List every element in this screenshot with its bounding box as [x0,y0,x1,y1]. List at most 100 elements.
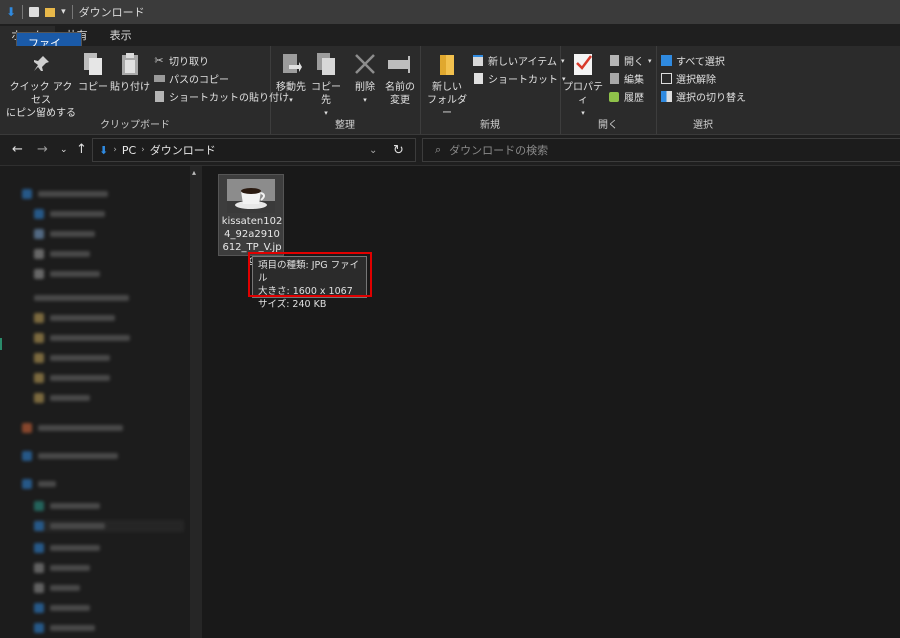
paste-icon [116,50,144,78]
downloads-icon: ⬇ [6,5,17,19]
sidebar-scrollbar[interactable]: ▴ [190,166,202,638]
nav-item-blurred[interactable] [34,562,90,574]
history-icon [608,91,620,103]
edit-label: 編集 [624,75,644,86]
navigation-bar: ← → ⌄ ↑ ⬇ › PC › ダウンロード ⌄ ↻ ⌕ ダウンロードの検索 [0,135,900,166]
nav-item-blurred[interactable] [34,542,100,554]
tooltip-file-size: サイズ: 240 KB [258,299,327,310]
nav-item-selected-blurred[interactable] [34,520,184,532]
move-to-button[interactable]: 移動先 ▾ [274,50,308,107]
copy-to-icon [312,50,340,78]
nav-item-blurred[interactable] [22,450,118,462]
paste-button[interactable]: 貼り付け [110,50,150,94]
copy-to-button[interactable]: コピー先 ▾ [308,50,344,120]
nav-item-blurred[interactable] [22,478,56,490]
file-item[interactable]: kissaten1024_92a2910612_TP_V.jpg [218,174,284,266]
nav-item-blurred[interactable] [22,422,123,434]
search-placeholder: ダウンロードの検索 [449,144,549,157]
file-info-tooltip: 項目の種類: JPG ファイル 大きさ: 1600 x 1067 サイズ: 24… [252,256,367,310]
nav-item-blurred[interactable] [34,248,90,260]
nav-item-blurred[interactable] [22,188,108,200]
tab-view[interactable]: 表示 [99,26,143,46]
select-none-button[interactable]: 選択解除 [660,71,716,86]
select-group-label: 選択 [693,120,713,131]
delete-label: 削除 [355,82,375,93]
nav-item-blurred[interactable] [34,500,100,512]
properties-button[interactable]: プロパティ ▾ [562,50,604,120]
address-bar[interactable]: ⬇ › PC › ダウンロード ⌄ ↻ [92,138,416,162]
title-bar: ⬇ ▾ ダウンロード [0,0,900,24]
refresh-icon[interactable]: ↻ [393,143,404,158]
history-button[interactable]: 履歴 [608,89,644,104]
rename-icon [386,50,414,78]
rename-button[interactable]: 名前の 変更 [382,50,418,107]
copy-button[interactable]: コピー [78,50,108,94]
properties-quick-icon[interactable] [29,7,40,17]
tooltip-dimensions: 大きさ: 1600 x 1067 [258,286,353,297]
open-button[interactable]: 開く ▾ [608,53,652,68]
downloads-folder-icon: ⬇ [99,143,109,157]
file-list-pane[interactable]: kissaten1024_92a2910612_TP_V.jpg [202,166,900,638]
nav-item-blurred[interactable] [34,372,110,384]
copy-path-button[interactable]: パスのコピー [153,71,229,86]
breadcrumb-downloads[interactable]: ダウンロード [150,142,216,158]
nav-item-blurred[interactable] [34,292,129,304]
back-arrow-icon[interactable]: ← [12,142,23,157]
nav-item-blurred[interactable] [34,392,90,404]
breadcrumb-separator-icon: › [141,145,145,155]
organize-group-label: 整理 [335,120,355,131]
scroll-up-chevron-icon[interactable]: ▴ [192,168,196,177]
breadcrumb-pc[interactable]: PC [122,144,136,157]
paste-label: 貼り付け [110,82,150,93]
new-item-button[interactable]: 新しいアイテム ▾ [472,53,565,68]
nav-item-blurred[interactable] [34,228,95,240]
cut-button[interactable]: ✂ 切り取り [153,53,209,68]
new-item-icon [472,55,484,67]
scissors-icon: ✂ [154,54,164,67]
clipboard-group: クイック アクセス にピン留めする コピー 貼り付け ✂ 切り取り パスのコピー… [0,46,289,134]
edit-button[interactable]: 編集 [608,71,644,86]
pin-quick-access-button[interactable]: クイック アクセス にピン留めする [6,50,76,120]
up-arrow-icon[interactable]: ↑ [76,142,87,157]
copy-path-icon [153,73,165,85]
properties-check-icon [569,50,597,78]
ribbon-tabs: ファイル ホーム 共有 表示 [0,24,900,72]
rename-label-2: 変更 [390,95,410,106]
forward-arrow-icon[interactable]: → [37,142,48,157]
address-dropdown-chevron-icon[interactable]: ⌄ [369,145,377,156]
new-folder-quick-icon[interactable] [45,7,56,17]
search-icon: ⌕ [435,143,442,156]
nav-item-blurred[interactable] [34,352,110,364]
nav-item-blurred[interactable] [34,622,95,634]
new-group: 新しい フォルダー 新しいアイテム ▾ ショートカット ▾ 新規 [420,46,566,134]
shortcut-button[interactable]: ショートカット ▾ [472,71,566,86]
open-label: 開く [624,57,644,68]
quick-access-toolbar: ⬇ ▾ ダウンロード [0,4,145,20]
nav-item-blurred[interactable] [34,332,130,344]
nav-item-blurred[interactable] [34,602,90,614]
invert-selection-button[interactable]: 選択の切り替え [660,89,746,104]
navigation-pane[interactable]: ▴ [0,166,202,638]
clipboard-group-label: クリップボード [100,120,170,131]
customize-dropdown-icon[interactable]: ▾ [61,7,66,17]
select-none-icon [660,73,672,85]
select-all-button[interactable]: すべて選択 [660,53,725,68]
copy-label: コピー [78,82,108,93]
rename-label-1: 名前の [385,82,415,93]
select-group: すべて選択 選択解除 選択の切り替え 選択 [656,46,750,134]
new-folder-button[interactable]: 新しい フォルダー [426,50,468,120]
paste-shortcut-button[interactable]: ショートカットの貼り付け [153,89,289,104]
nav-item-blurred[interactable] [34,208,105,220]
nav-item-blurred[interactable] [34,312,115,324]
shortcut-label: ショートカット [488,75,558,86]
select-none-label: 選択解除 [676,75,716,86]
new-group-label: 新規 [480,120,500,131]
properties-label: プロパティ [563,82,603,106]
search-box[interactable]: ⌕ ダウンロードの検索 [422,138,900,162]
open-group-label: 開く [598,120,618,131]
delete-button[interactable]: 削除 ▾ [350,50,380,107]
recent-locations-chevron-icon[interactable]: ⌄ [60,145,68,155]
nav-item-blurred[interactable] [34,268,100,280]
new-folder-icon [433,50,461,78]
nav-item-blurred[interactable] [34,582,80,594]
